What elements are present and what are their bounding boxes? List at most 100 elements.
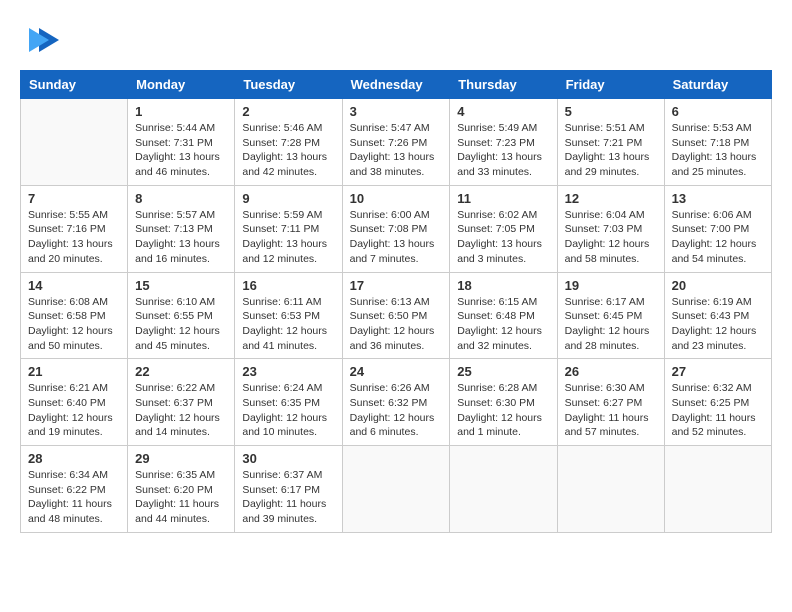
day-number: 23 xyxy=(242,364,334,379)
calendar-cell: 18Sunrise: 6:15 AMSunset: 6:48 PMDayligh… xyxy=(450,272,557,359)
day-number: 17 xyxy=(350,278,443,293)
calendar-cell: 26 Sunrise: 6:30 AMSunset: 6:27 PMDayligh… xyxy=(557,359,664,446)
day-info: Sunrise: 6:19 AMSunset: 6:43 PMDaylight:… xyxy=(672,295,764,354)
day-number: 25 xyxy=(457,364,549,379)
calendar-cell: 9 Sunrise: 5:59 AMSunset: 7:11 PMDaylight… xyxy=(235,185,342,272)
day-info: Sunrise: 5:51 AMSunset: 7:21 PMDaylight:… xyxy=(565,121,657,180)
day-number: 28 xyxy=(28,451,120,466)
day-info: Sunrise: 6:17 AMSunset: 6:45 PMDaylight:… xyxy=(565,295,657,354)
day-info: Sunrise: 6:28 AMSunset: 6:30 PMDaylight:… xyxy=(457,381,549,440)
day-info: Sunrise: 6:04 AMSunset: 7:03 PMDaylight:… xyxy=(565,208,657,267)
day-info: Sunrise: 5:46 AMSunset: 7:28 PMDaylight:… xyxy=(242,121,334,180)
day-number: 19 xyxy=(565,278,657,293)
day-info: Sunrise: 6:10 AMSunset: 6:55 PMDaylight:… xyxy=(135,295,227,354)
calendar-cell xyxy=(664,446,771,533)
day-number: 24 xyxy=(350,364,443,379)
calendar-cell: 8 Sunrise: 5:57 AMSunset: 7:13 PMDaylight… xyxy=(128,185,235,272)
calendar-cell: 6 Sunrise: 5:53 AMSunset: 7:18 PMDaylight… xyxy=(664,99,771,186)
calendar-cell: 25 Sunrise: 6:28 AMSunset: 6:30 PMDayligh… xyxy=(450,359,557,446)
col-header-saturday: Saturday xyxy=(664,71,771,99)
day-info: Sunrise: 6:34 AMSunset: 6:22 PMDaylight:… xyxy=(28,468,120,527)
day-number: 27 xyxy=(672,364,764,379)
calendar-cell: 2 Sunrise: 5:46 AMSunset: 7:28 PMDaylight… xyxy=(235,99,342,186)
day-info: Sunrise: 6:22 AMSunset: 6:37 PMDaylight:… xyxy=(135,381,227,440)
calendar-cell: 15 Sunrise: 6:10 AMSunset: 6:55 PMDayligh… xyxy=(128,272,235,359)
calendar-cell: 20 Sunrise: 6:19 AMSunset: 6:43 PMDayligh… xyxy=(664,272,771,359)
day-number: 12 xyxy=(565,191,657,206)
day-info: Sunrise: 5:59 AMSunset: 7:11 PMDaylight:… xyxy=(242,208,334,267)
day-info: Sunrise: 6:24 AMSunset: 6:35 PMDaylight:… xyxy=(242,381,334,440)
col-header-friday: Friday xyxy=(557,71,664,99)
calendar-cell: 10 Sunrise: 6:00 AMSunset: 7:08 PMDayligh… xyxy=(342,185,450,272)
day-info: Sunrise: 6:08 AMSunset: 6:58 PMDaylight:… xyxy=(28,295,120,354)
day-number: 30 xyxy=(242,451,334,466)
day-number: 15 xyxy=(135,278,227,293)
col-header-tuesday: Tuesday xyxy=(235,71,342,99)
day-info: Sunrise: 6:00 AMSunset: 7:08 PMDaylight:… xyxy=(350,208,443,267)
calendar-cell xyxy=(21,99,128,186)
day-number: 5 xyxy=(565,104,657,119)
day-info: Sunrise: 5:44 AMSunset: 7:31 PMDaylight:… xyxy=(135,121,227,180)
page-header xyxy=(20,20,772,60)
day-number: 10 xyxy=(350,191,443,206)
calendar-cell: 28 Sunrise: 6:34 AMSunset: 6:22 PMDayligh… xyxy=(21,446,128,533)
calendar-week-row: 14 Sunrise: 6:08 AMSunset: 6:58 PMDayligh… xyxy=(21,272,772,359)
day-number: 2 xyxy=(242,104,334,119)
calendar-week-row: 7 Sunrise: 5:55 AMSunset: 7:16 PMDaylight… xyxy=(21,185,772,272)
calendar-cell: 7 Sunrise: 5:55 AMSunset: 7:16 PMDaylight… xyxy=(21,185,128,272)
day-number: 20 xyxy=(672,278,764,293)
calendar-cell: 24 Sunrise: 6:26 AMSunset: 6:32 PMDayligh… xyxy=(342,359,450,446)
day-info: Sunrise: 5:57 AMSunset: 7:13 PMDaylight:… xyxy=(135,208,227,267)
day-number: 26 xyxy=(565,364,657,379)
day-info: Sunrise: 6:30 AMSunset: 6:27 PMDaylight:… xyxy=(565,381,657,440)
day-number: 9 xyxy=(242,191,334,206)
calendar-cell xyxy=(342,446,450,533)
day-info: Sunrise: 6:02 AMSunset: 7:05 PMDaylight:… xyxy=(457,208,549,267)
calendar-week-row: 21Sunrise: 6:21 AMSunset: 6:40 PMDayligh… xyxy=(21,359,772,446)
day-number: 13 xyxy=(672,191,764,206)
calendar-cell xyxy=(450,446,557,533)
calendar-cell: 23 Sunrise: 6:24 AMSunset: 6:35 PMDayligh… xyxy=(235,359,342,446)
day-info: Sunrise: 6:13 AMSunset: 6:50 PMDaylight:… xyxy=(350,295,443,354)
day-number: 22 xyxy=(135,364,227,379)
calendar-cell: 14 Sunrise: 6:08 AMSunset: 6:58 PMDayligh… xyxy=(21,272,128,359)
calendar-cell: 21Sunrise: 6:21 AMSunset: 6:40 PMDayligh… xyxy=(21,359,128,446)
calendar-cell: 4Sunrise: 5:49 AMSunset: 7:23 PMDaylight… xyxy=(450,99,557,186)
day-number: 1 xyxy=(135,104,227,119)
calendar-cell: 16 Sunrise: 6:11 AMSunset: 6:53 PMDayligh… xyxy=(235,272,342,359)
calendar-cell: 11 Sunrise: 6:02 AMSunset: 7:05 PMDayligh… xyxy=(450,185,557,272)
day-info: Sunrise: 5:53 AMSunset: 7:18 PMDaylight:… xyxy=(672,121,764,180)
day-number: 29 xyxy=(135,451,227,466)
calendar-cell: 1 Sunrise: 5:44 AMSunset: 7:31 PMDaylight… xyxy=(128,99,235,186)
day-info: Sunrise: 6:11 AMSunset: 6:53 PMDaylight:… xyxy=(242,295,334,354)
day-number: 3 xyxy=(350,104,443,119)
col-header-sunday: Sunday xyxy=(21,71,128,99)
day-info: Sunrise: 6:26 AMSunset: 6:32 PMDaylight:… xyxy=(350,381,443,440)
calendar-cell: 17 Sunrise: 6:13 AMSunset: 6:50 PMDayligh… xyxy=(342,272,450,359)
col-header-wednesday: Wednesday xyxy=(342,71,450,99)
day-number: 14 xyxy=(28,278,120,293)
calendar-week-row: 28 Sunrise: 6:34 AMSunset: 6:22 PMDayligh… xyxy=(21,446,772,533)
calendar-cell: 3 Sunrise: 5:47 AMSunset: 7:26 PMDaylight… xyxy=(342,99,450,186)
logo-icon xyxy=(24,20,64,60)
day-number: 18 xyxy=(457,278,549,293)
calendar-header-row: SundayMondayTuesdayWednesdayThursdayFrid… xyxy=(21,71,772,99)
day-info: Sunrise: 6:35 AMSunset: 6:20 PMDaylight:… xyxy=(135,468,227,527)
day-number: 11 xyxy=(457,191,549,206)
calendar-cell: 12 Sunrise: 6:04 AMSunset: 7:03 PMDayligh… xyxy=(557,185,664,272)
day-info: Sunrise: 5:55 AMSunset: 7:16 PMDaylight:… xyxy=(28,208,120,267)
col-header-monday: Monday xyxy=(128,71,235,99)
calendar-cell: 19 Sunrise: 6:17 AMSunset: 6:45 PMDayligh… xyxy=(557,272,664,359)
day-info: Sunrise: 5:47 AMSunset: 7:26 PMDaylight:… xyxy=(350,121,443,180)
day-number: 7 xyxy=(28,191,120,206)
day-info: Sunrise: 6:32 AMSunset: 6:25 PMDaylight:… xyxy=(672,381,764,440)
day-number: 6 xyxy=(672,104,764,119)
day-info: Sunrise: 6:37 AMSunset: 6:17 PMDaylight:… xyxy=(242,468,334,527)
calendar-cell: 27 Sunrise: 6:32 AMSunset: 6:25 PMDayligh… xyxy=(664,359,771,446)
calendar-week-row: 1 Sunrise: 5:44 AMSunset: 7:31 PMDaylight… xyxy=(21,99,772,186)
calendar-cell: 30 Sunrise: 6:37 AMSunset: 6:17 PMDayligh… xyxy=(235,446,342,533)
day-number: 16 xyxy=(242,278,334,293)
calendar-cell: 29 Sunrise: 6:35 AMSunset: 6:20 PMDayligh… xyxy=(128,446,235,533)
calendar-table: SundayMondayTuesdayWednesdayThursdayFrid… xyxy=(20,70,772,533)
day-number: 8 xyxy=(135,191,227,206)
